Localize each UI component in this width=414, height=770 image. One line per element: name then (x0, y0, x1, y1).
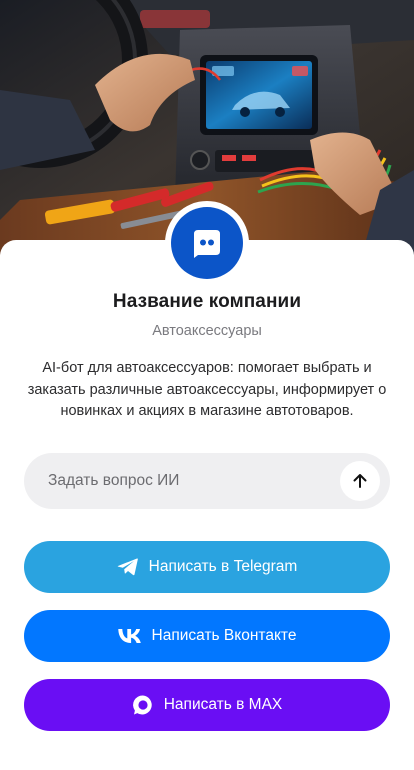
vk-icon (117, 629, 142, 643)
company-description: AI-бот для автоаксессуаров: помогает выб… (27, 360, 387, 419)
ask-ai-field (24, 453, 390, 509)
telegram-icon (117, 557, 139, 577)
arrow-up-icon (353, 474, 367, 488)
company-logo (165, 201, 249, 285)
write-telegram-button[interactable]: Написать в Telegram (24, 541, 390, 593)
write-max-label: Написать в MAX (163, 696, 283, 713)
max-icon (132, 694, 154, 716)
write-telegram-label: Написать в Telegram (148, 558, 298, 575)
company-category: Автоаксессуары (152, 323, 262, 339)
write-vk-button[interactable]: Написать Вконтакте (24, 610, 390, 662)
send-button[interactable] (340, 461, 380, 501)
company-name: Название компании (112, 291, 302, 312)
chat-bot-icon (171, 207, 243, 279)
ask-ai-input[interactable] (24, 453, 324, 509)
write-vk-label: Написать Вконтакте (151, 627, 297, 644)
write-max-button[interactable]: Написать в MAX (24, 679, 390, 731)
